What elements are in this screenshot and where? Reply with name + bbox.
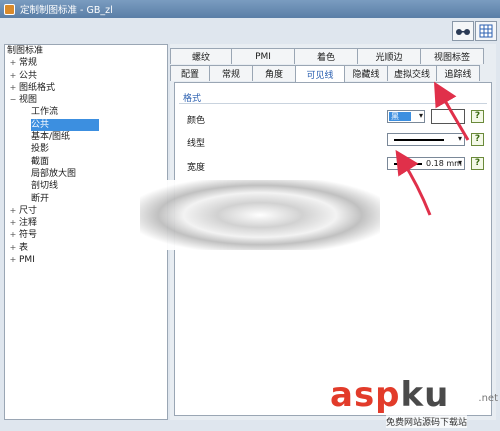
- width-label: 宽度: [187, 163, 206, 173]
- grid-icon: [479, 24, 493, 38]
- grid-button[interactable]: [475, 21, 497, 41]
- tree-item-label: 常规: [19, 58, 38, 69]
- tab[interactable]: 螺纹: [170, 48, 232, 64]
- chevron-down-icon: ▾: [457, 134, 462, 143]
- width-value: 0.18 mm: [426, 159, 462, 168]
- expand-icon[interactable]: +: [9, 70, 17, 82]
- tree-item-label: 尺寸: [19, 205, 38, 216]
- tree-item-label: 公共: [19, 70, 38, 81]
- tab[interactable]: 常规: [209, 65, 253, 81]
- linetype-label: 线型: [187, 139, 206, 149]
- tab[interactable]: PMI: [231, 48, 295, 64]
- tree-item[interactable]: 投影: [5, 143, 167, 155]
- tree-item-label: PMI: [19, 255, 35, 266]
- width-preview: [394, 163, 422, 165]
- glasses-button[interactable]: [452, 21, 474, 41]
- tree-item[interactable]: − 视图: [5, 94, 167, 106]
- tab[interactable]: 虚拟交线: [387, 65, 437, 81]
- site-watermark: aspku .net 免费网站源码下载站: [330, 375, 500, 431]
- tab[interactable]: 追踪线: [436, 65, 480, 81]
- expand-icon[interactable]: +: [9, 205, 17, 217]
- expand-icon[interactable]: +: [9, 242, 17, 254]
- tree-item-label: 注释: [19, 218, 38, 229]
- tree-item[interactable]: 公共: [5, 118, 167, 132]
- chevron-down-icon: ▾: [418, 111, 423, 120]
- watermark-logo: aspku: [330, 375, 450, 415]
- tabs-row-bottom: 配置 常规 角度 可见线 隐藏线 虚拟交线 追踪线: [170, 65, 480, 82]
- tree-item[interactable]: 基本/图纸: [5, 131, 167, 143]
- tree-item-label: 符号: [19, 230, 38, 241]
- window-title: 定制制图标准 - GB_zl: [20, 5, 113, 16]
- tree-item[interactable]: + 图纸格式: [5, 82, 167, 94]
- color-swatch[interactable]: [431, 109, 465, 124]
- linetype-combo[interactable]: ▾: [387, 133, 465, 146]
- tree-item-label: 断开: [31, 193, 50, 204]
- divider: [179, 103, 487, 104]
- tree-item[interactable]: 截面: [5, 156, 167, 168]
- width-help-button[interactable]: ?: [471, 157, 484, 170]
- tree-item-label: 截面: [31, 156, 50, 167]
- line-preview: [394, 139, 444, 141]
- width-combo[interactable]: 0.18 mm ▾: [387, 157, 465, 170]
- tree-item-label: 图纸格式: [19, 82, 56, 93]
- tree-item-label: 剖切线: [31, 181, 59, 192]
- expand-icon[interactable]: +: [9, 229, 17, 241]
- collapse-icon[interactable]: −: [9, 94, 17, 106]
- tab[interactable]: 视图标签: [420, 48, 484, 64]
- tree-item-label: 工作流: [31, 107, 59, 118]
- title-bar: 定制制图标准 - GB_zl: [0, 0, 500, 18]
- watermark-tld: .net: [478, 393, 498, 404]
- tree-item[interactable]: + PMI: [5, 254, 167, 266]
- glasses-icon: [456, 29, 470, 35]
- toolbar: [0, 18, 500, 44]
- expand-icon[interactable]: +: [9, 217, 17, 229]
- tree-item[interactable]: 工作流: [5, 106, 167, 118]
- app-icon: [4, 3, 15, 15]
- tree-item-label: 公共: [31, 118, 100, 132]
- tab[interactable]: 光顺边: [357, 48, 421, 64]
- expand-icon[interactable]: +: [9, 82, 17, 94]
- tab[interactable]: 角度: [252, 65, 296, 81]
- tree-item[interactable]: + 常规: [5, 57, 167, 69]
- tree-item-label: 制图标准: [7, 46, 44, 56]
- color-combo[interactable]: 黑 ▾: [387, 110, 425, 123]
- color-label: 颜色: [187, 116, 206, 126]
- watermark-subtitle: 免费网站源码下载站: [386, 415, 468, 428]
- color-help-button[interactable]: ?: [471, 110, 484, 123]
- chevron-down-icon: ▾: [457, 158, 462, 167]
- tree-item-label: 投影: [31, 144, 50, 155]
- tree-item[interactable]: 制图标准: [5, 45, 167, 57]
- tab[interactable]: 着色: [294, 48, 358, 64]
- tree-item-label: 视图: [19, 95, 38, 106]
- tree-item[interactable]: + 公共: [5, 70, 167, 82]
- tree-item-label: 基本/图纸: [31, 132, 71, 143]
- tab[interactable]: 配置: [170, 65, 210, 81]
- tabs-row-top: 螺纹 PMI 着色 光顺边 视图标签: [170, 48, 484, 64]
- tree-item-label: 表: [19, 242, 29, 253]
- tree-item[interactable]: 局部放大图: [5, 168, 167, 180]
- tree-item-label: 局部放大图: [31, 168, 77, 179]
- blurred-watermark: [140, 180, 380, 250]
- tab[interactable]: 隐藏线: [344, 65, 388, 81]
- linetype-help-button[interactable]: ?: [471, 133, 484, 146]
- expand-icon[interactable]: +: [9, 254, 17, 266]
- expand-icon[interactable]: +: [9, 57, 17, 69]
- tab[interactable]: 可见线: [295, 65, 345, 82]
- color-combo-value: 黑: [389, 112, 411, 121]
